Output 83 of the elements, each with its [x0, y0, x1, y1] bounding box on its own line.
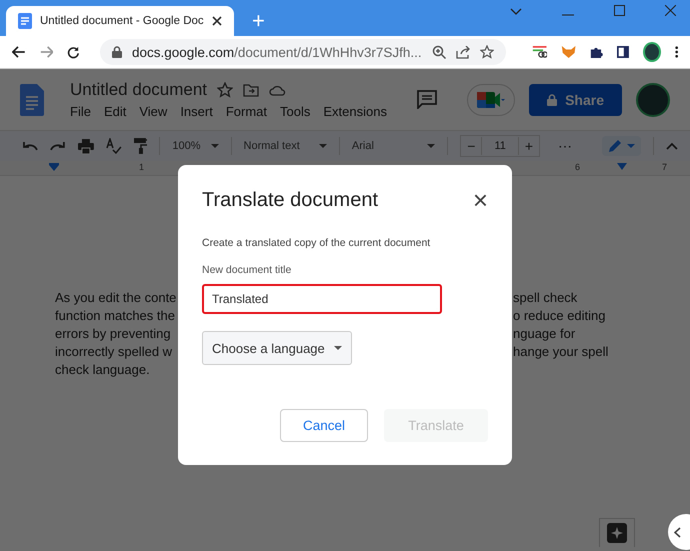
video-camera-icon [476, 90, 506, 110]
avatar[interactable] [642, 42, 661, 62]
undo-icon[interactable] [22, 141, 38, 151]
document-icon [18, 13, 32, 29]
menu-item[interactable]: Format [226, 104, 267, 119]
reload-icon[interactable] [67, 44, 80, 60]
field-label: New document title [202, 264, 292, 276]
chevron-down-icon[interactable] [510, 8, 522, 16]
zoom-dropdown[interactable]: 100% [172, 140, 219, 152]
menu-item[interactable]: Insert [180, 104, 213, 119]
indent-marker-icon[interactable] [617, 163, 627, 170]
menu-item[interactable]: Extensions [323, 104, 387, 119]
indent-marker-icon[interactable] [49, 163, 59, 171]
chevron-up-icon[interactable] [666, 142, 678, 150]
browser-tab[interactable]: Untitled document - Google Doc [6, 6, 234, 36]
editing-mode-button[interactable] [602, 136, 642, 156]
close-button[interactable]: × [472, 187, 488, 213]
fox-icon[interactable] [560, 44, 576, 60]
explore-button[interactable] [599, 518, 635, 547]
address-bar[interactable]: docs.google.com/document/d/1WhHhv3r7SJfh... [100, 39, 506, 65]
body-text: spell check [513, 290, 578, 305]
paint-format-icon[interactable] [134, 138, 148, 154]
caret-icon [318, 144, 327, 148]
lock-icon [547, 94, 558, 106]
folder-icon[interactable] [243, 84, 260, 96]
redo-icon[interactable] [50, 141, 66, 151]
body-text: errors by preventing [55, 326, 171, 341]
caret-icon [334, 346, 342, 350]
language-dropdown[interactable]: Choose a language [202, 331, 352, 365]
cancel-button[interactable]: Cancel [280, 409, 368, 442]
caret-icon [627, 144, 636, 148]
print-icon[interactable] [78, 138, 94, 154]
body-text: incorrectly spelled w [55, 344, 172, 359]
document-title[interactable]: Untitled document [70, 80, 208, 100]
ruler-number: 7 [662, 162, 668, 172]
body-text: function matches the [55, 308, 175, 323]
caret-icon [210, 144, 219, 148]
increase-size-button[interactable]: + [518, 138, 540, 154]
more-button[interactable]: ⋯ [552, 138, 578, 154]
back-arrow-icon[interactable] [12, 45, 26, 59]
menu-item[interactable]: Tools [280, 104, 310, 119]
star-icon[interactable] [480, 45, 494, 59]
lock-icon [112, 46, 122, 58]
maximize-icon[interactable] [614, 5, 625, 16]
body-text: hange your spell [513, 344, 608, 359]
meet-button[interactable] [467, 84, 516, 116]
menu-item[interactable]: File [70, 104, 91, 119]
pencil-icon [608, 139, 622, 153]
extension-icon[interactable] [532, 44, 547, 60]
description: Create a translated copy of the current document [202, 237, 430, 249]
share-button[interactable]: Share [529, 84, 622, 116]
tab-title: Untitled document - Google Doc [40, 15, 204, 27]
share-icon[interactable] [456, 46, 470, 58]
new-tab-button[interactable]: + [246, 6, 271, 36]
title-field[interactable]: Translated [202, 284, 442, 314]
body-text: As you edit the conte [55, 290, 176, 305]
menu-item[interactable]: View [139, 104, 168, 119]
caret-icon [427, 144, 436, 148]
ruler-number: 1 [139, 162, 144, 172]
body-text: o reduce editing [513, 308, 606, 323]
sparkle-icon [607, 523, 627, 543]
dialog-title: Translate document [202, 188, 378, 212]
side-panel-icon[interactable] [617, 45, 629, 59]
more-icon[interactable] [674, 45, 678, 59]
body-text: nguage for [513, 326, 576, 341]
menu-item[interactable]: Edit [104, 104, 126, 119]
docs-logo-icon[interactable] [20, 84, 44, 116]
body-text: check language. [55, 362, 150, 377]
star-icon[interactable] [217, 82, 234, 98]
font-size-field[interactable]: 11 [481, 137, 519, 155]
forward-arrow-icon[interactable] [40, 45, 54, 59]
close-icon[interactable] [212, 16, 222, 26]
style-dropdown[interactable]: Normal text [244, 140, 327, 152]
cloud-icon[interactable] [269, 84, 286, 96]
decrease-size-button[interactable]: − [461, 138, 482, 154]
chevron-left-icon [674, 526, 681, 538]
ruler-number: 6 [575, 162, 580, 172]
minimize-icon[interactable] [562, 14, 574, 16]
url-text: docs.google.com/document/d/1WhHhv3r7SJfh... [132, 44, 422, 60]
zoom-icon[interactable] [432, 45, 446, 59]
font-dropdown[interactable]: Arial [352, 140, 436, 152]
spellcheck-icon[interactable] [106, 138, 122, 154]
comment-icon[interactable] [417, 90, 438, 109]
